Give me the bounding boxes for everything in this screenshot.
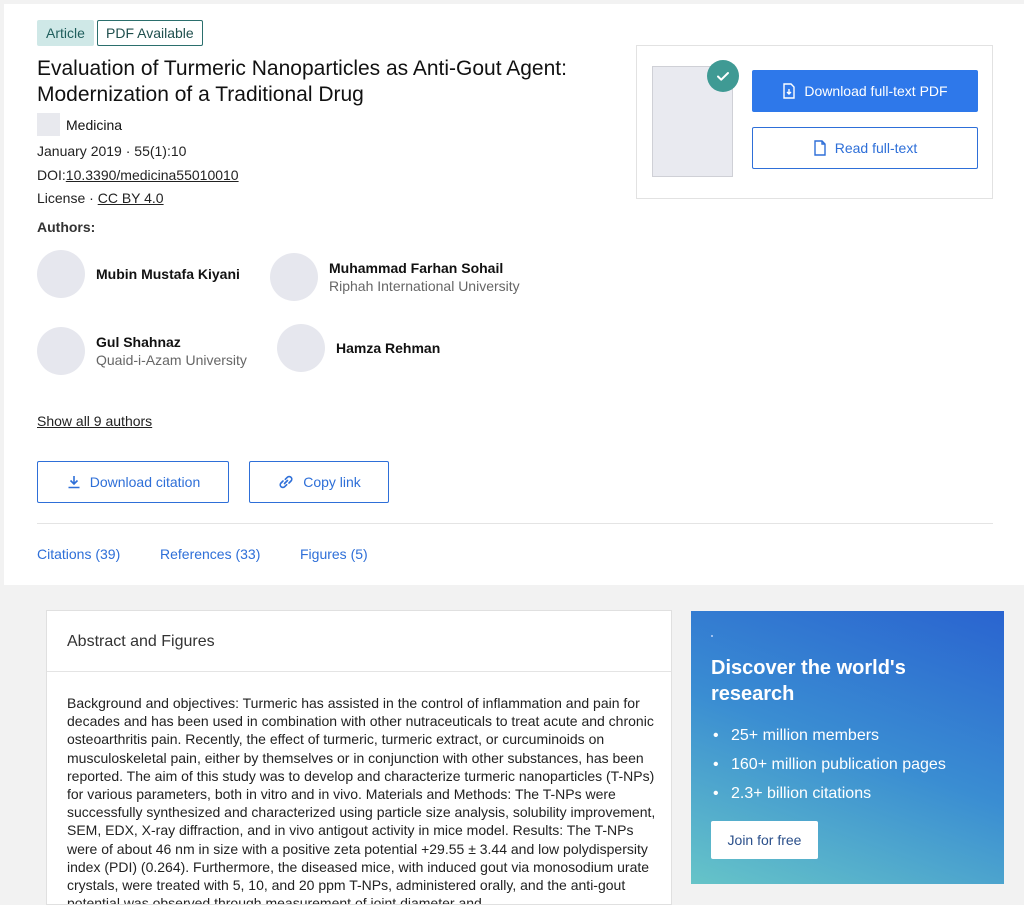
avatar [270, 253, 318, 301]
author-affiliation: Quaid-i-Azam University [96, 352, 247, 368]
author-name: Gul Shahnaz [96, 334, 181, 350]
decoration [711, 635, 713, 637]
download-icon [66, 474, 82, 490]
tab-citations[interactable]: Citations (39) [37, 546, 120, 562]
divider [47, 671, 671, 672]
author-name: Muhammad Farhan Sohail [329, 260, 504, 276]
signup-promo: Discover the world's research 25+ millio… [691, 611, 1004, 884]
avatar [277, 324, 325, 372]
abstract-text: Background and objectives: Turmeric has … [67, 695, 656, 905]
list-item: 25+ million members [711, 721, 946, 750]
download-card: Download full-text PDF Read full-text [636, 45, 993, 199]
promo-list: 25+ million members 160+ million publica… [711, 721, 946, 808]
pdf-file-icon [782, 83, 796, 99]
author-affiliation: Riphah International University [329, 278, 520, 294]
page-title: Evaluation of Turmeric Nanoparticles as … [37, 57, 567, 106]
list-item: 160+ million publication pages [711, 750, 946, 779]
authors-heading: Authors: [37, 219, 96, 235]
copy-link-label: Copy link [303, 474, 361, 490]
tab-references[interactable]: References (33) [160, 546, 260, 562]
read-full-text-button[interactable]: Read full-text [752, 127, 978, 169]
publication-header: Article PDF Available Evaluation of Turm… [4, 4, 1024, 585]
download-citation-label: Download citation [89, 474, 201, 490]
journal-link[interactable]: Medicina [66, 117, 122, 133]
license-line: License · CC BY 4.0 [37, 190, 164, 206]
date-line: January 2019 · 55(1):10 [37, 143, 187, 159]
download-pdf-label: Download full-text PDF [804, 83, 948, 99]
author-card[interactable]: Mubin Mustafa Kiyani [37, 250, 240, 298]
pdf-available-tag: PDF Available [97, 20, 203, 46]
doi-label: DOI: [37, 167, 66, 183]
promo-heading: Discover the world's research [711, 657, 906, 705]
license-label: License · [37, 190, 98, 206]
author-card[interactable]: Gul Shahnaz Quaid-i-Azam University [37, 327, 247, 375]
divider [37, 523, 993, 524]
list-item: 2.3+ billion citations [711, 779, 946, 808]
show-all-authors-link[interactable]: Show all 9 authors [37, 413, 152, 429]
download-citation-button[interactable]: Download citation [37, 461, 229, 503]
author-name: Mubin Mustafa Kiyani [96, 266, 240, 282]
avatar [37, 250, 85, 298]
link-icon [277, 473, 295, 491]
author-card[interactable]: Hamza Rehman [277, 324, 440, 372]
tab-figures[interactable]: Figures (5) [300, 546, 368, 562]
abstract-card: Abstract and Figures Background and obje… [46, 610, 672, 905]
author-name: Hamza Rehman [336, 340, 441, 356]
avatar [37, 327, 85, 375]
license-link[interactable]: CC BY 4.0 [98, 190, 164, 206]
author-card[interactable]: Muhammad Farhan Sohail Riphah Internatio… [270, 253, 520, 301]
download-pdf-button[interactable]: Download full-text PDF [752, 70, 978, 112]
read-full-text-label: Read full-text [834, 140, 918, 156]
journal-logo [37, 113, 60, 136]
abstract-heading: Abstract and Figures [67, 633, 215, 650]
join-for-free-button[interactable]: Join for free [711, 821, 818, 859]
doi-link[interactable]: 10.3390/medicina55010010 [66, 167, 239, 183]
doi-line: DOI:10.3390/medicina55010010 [37, 167, 239, 183]
check-icon [707, 60, 739, 92]
article-tag: Article [37, 20, 94, 46]
copy-link-button[interactable]: Copy link [249, 461, 389, 503]
document-icon [813, 140, 827, 156]
